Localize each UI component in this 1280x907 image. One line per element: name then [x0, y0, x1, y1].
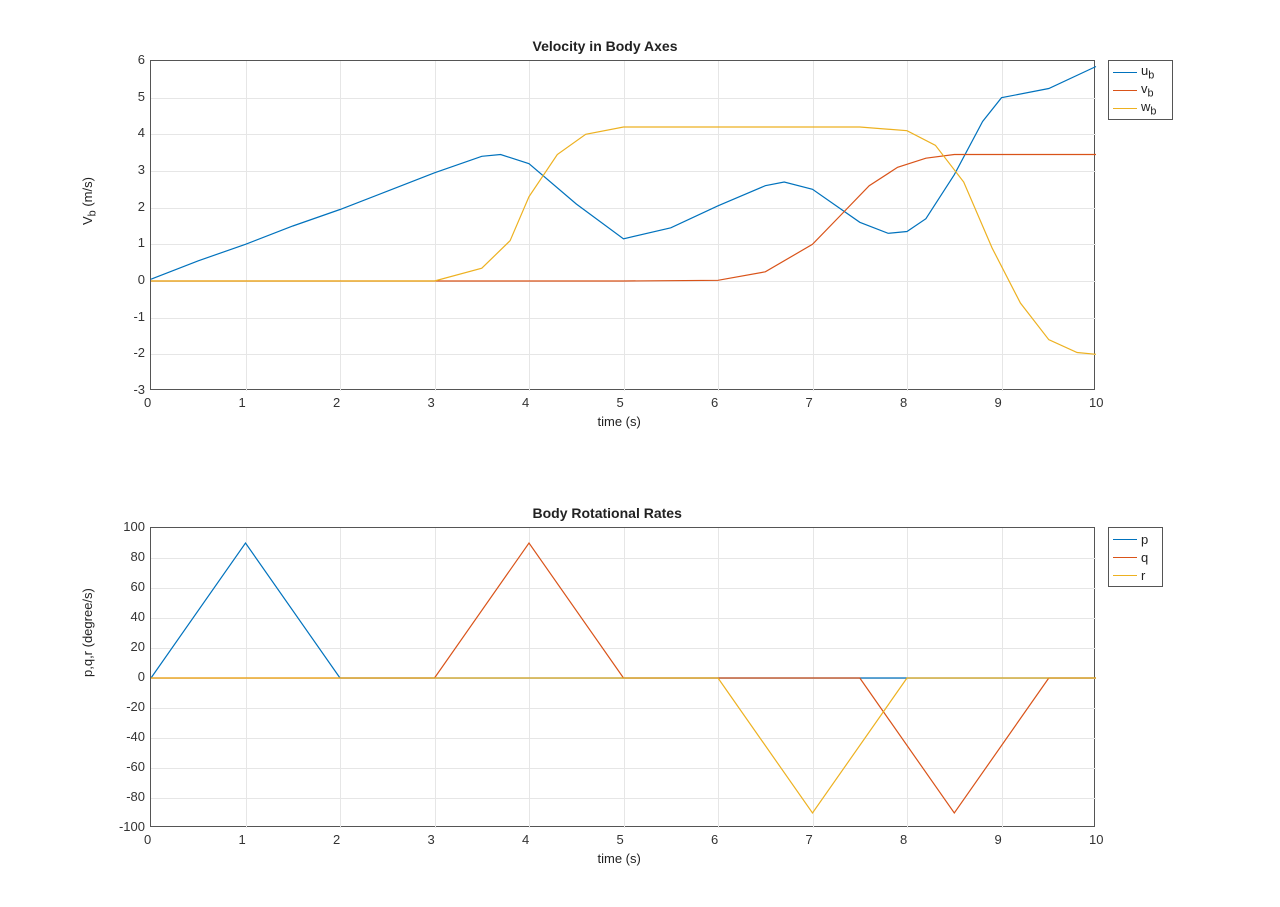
x-axis-label: time (s) — [598, 851, 641, 866]
xtick-label: 6 — [711, 395, 718, 410]
series-layer — [151, 528, 1096, 828]
legend-label: vb — [1141, 81, 1154, 100]
plot-title: Velocity in Body Axes — [533, 38, 678, 54]
xtick-label: 2 — [333, 395, 340, 410]
ytick-label: 40 — [105, 609, 145, 624]
xtick-label: 4 — [522, 395, 529, 410]
xtick-label: 9 — [995, 832, 1002, 847]
legend-label: q — [1141, 550, 1148, 565]
xtick-label: 9 — [995, 395, 1002, 410]
plot-area-1 — [150, 527, 1095, 827]
xtick-label: 5 — [617, 395, 624, 410]
xtick-label: 7 — [806, 832, 813, 847]
legend-item: wb — [1113, 99, 1168, 117]
xtick-label: 7 — [806, 395, 813, 410]
legend-swatch — [1113, 575, 1137, 576]
xtick-label: 1 — [239, 395, 246, 410]
legend-item: p — [1113, 530, 1158, 548]
series-r — [151, 678, 1096, 813]
xtick-label: 2 — [333, 832, 340, 847]
ytick-label: -60 — [105, 759, 145, 774]
ytick-label: 1 — [105, 235, 145, 250]
series-layer — [151, 61, 1096, 391]
ytick-label: -2 — [105, 345, 145, 360]
legend-item: ub — [1113, 63, 1168, 81]
legend: ubvbwb — [1108, 60, 1173, 120]
legend-swatch — [1113, 72, 1137, 73]
legend-swatch — [1113, 539, 1137, 540]
ytick-label: 5 — [105, 89, 145, 104]
legend-label: p — [1141, 532, 1148, 547]
ytick-label: 4 — [105, 125, 145, 140]
series-v_b — [151, 155, 1096, 282]
legend-label: r — [1141, 568, 1145, 583]
xtick-label: 6 — [711, 832, 718, 847]
ytick-label: 6 — [105, 52, 145, 67]
legend-item: q — [1113, 548, 1158, 566]
legend-label: wb — [1141, 99, 1156, 118]
ytick-label: 60 — [105, 579, 145, 594]
ytick-label: 0 — [105, 669, 145, 684]
plot-title: Body Rotational Rates — [533, 505, 682, 521]
legend-swatch — [1113, 90, 1137, 91]
ytick-label: 100 — [105, 519, 145, 534]
xtick-label: 4 — [522, 832, 529, 847]
xtick-label: 8 — [900, 832, 907, 847]
xtick-label: 0 — [144, 832, 151, 847]
legend-swatch — [1113, 557, 1137, 558]
legend-item: vb — [1113, 81, 1168, 99]
xtick-label: 3 — [428, 395, 435, 410]
legend-label: ub — [1141, 63, 1154, 82]
ytick-label: -40 — [105, 729, 145, 744]
xtick-label: 3 — [428, 832, 435, 847]
legend-item: r — [1113, 566, 1158, 584]
ytick-label: 0 — [105, 272, 145, 287]
ytick-label: 20 — [105, 639, 145, 654]
xtick-label: 0 — [144, 395, 151, 410]
ytick-label: -80 — [105, 789, 145, 804]
series-w_b — [151, 127, 1096, 354]
x-axis-label: time (s) — [598, 414, 641, 429]
series-u_b — [151, 67, 1096, 280]
ytick-label: -20 — [105, 699, 145, 714]
ytick-label: -100 — [105, 819, 145, 834]
ytick-label: 80 — [105, 549, 145, 564]
xtick-label: 8 — [900, 395, 907, 410]
ytick-label: 2 — [105, 199, 145, 214]
y-axis-label: p,q,r (degree/s) — [80, 588, 95, 677]
plot-area-0 — [150, 60, 1095, 390]
xtick-label: 5 — [617, 832, 624, 847]
ytick-label: 3 — [105, 162, 145, 177]
legend-swatch — [1113, 108, 1137, 109]
y-axis-label: Vb (m/s) — [80, 177, 99, 225]
xtick-label: 10 — [1089, 832, 1103, 847]
ytick-label: -1 — [105, 309, 145, 324]
ytick-label: -3 — [105, 382, 145, 397]
legend: pqr — [1108, 527, 1163, 587]
xtick-label: 10 — [1089, 395, 1103, 410]
series-p — [151, 543, 1096, 678]
xtick-label: 1 — [239, 832, 246, 847]
